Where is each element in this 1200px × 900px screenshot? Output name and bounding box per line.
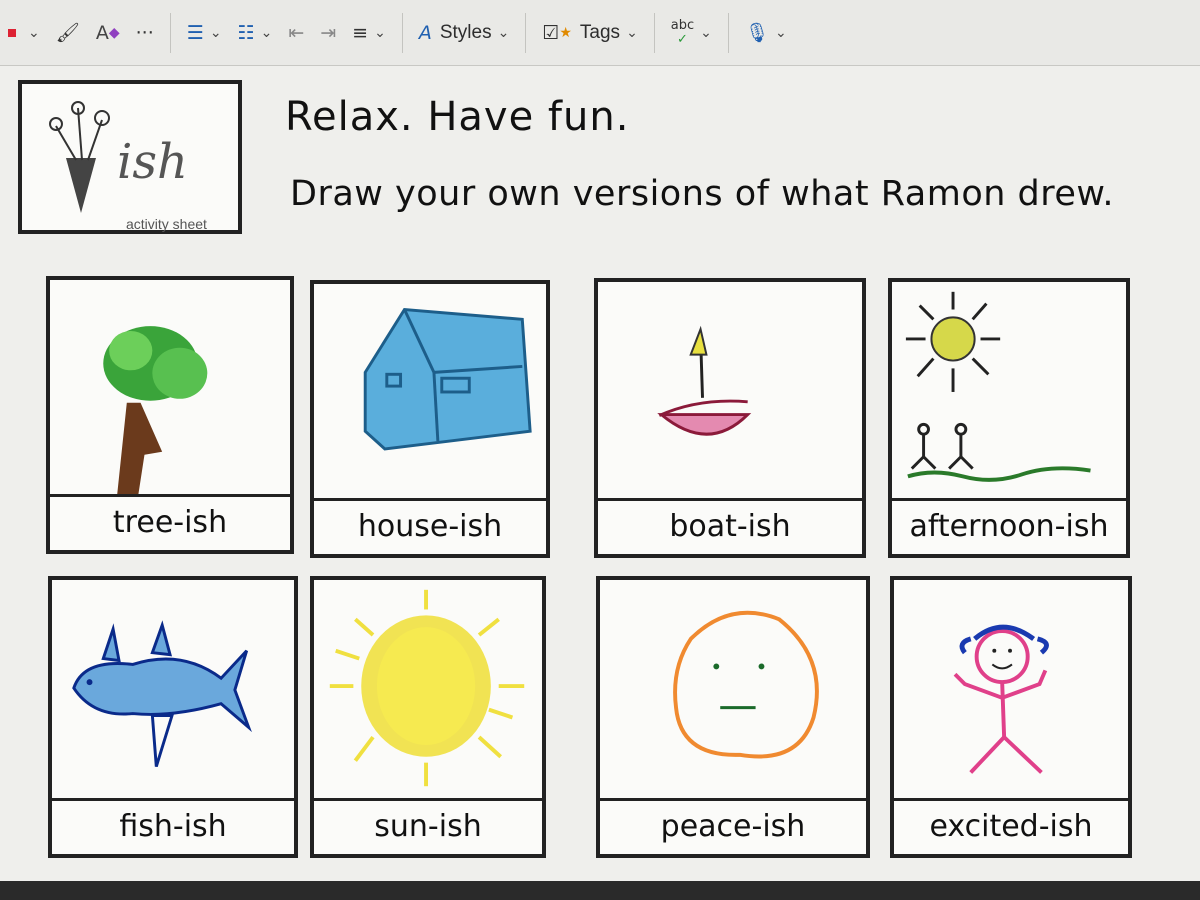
format-painter-button[interactable]: 🖌 — [48, 13, 88, 53]
label-strip: afternoon-ish — [892, 498, 1126, 554]
label-strip: peace-ish — [600, 798, 866, 854]
styles-button[interactable]: A Styles ⌄ — [411, 13, 517, 53]
increase-indent-icon: ⇥ — [320, 21, 337, 44]
increase-indent-button[interactable]: ⇥ — [312, 13, 344, 53]
label-strip: tree-ish — [50, 494, 290, 550]
peace-drawing — [600, 580, 866, 798]
card-label: fish-ish — [119, 809, 227, 844]
logo-word: ish — [117, 134, 188, 190]
toolbar-divider — [169, 12, 171, 53]
toolbar-divider — [525, 12, 527, 53]
card-peace: peace-ish — [596, 576, 870, 858]
card-label: boat-ish — [669, 509, 791, 544]
card-afternoon: afternoon-ish — [888, 278, 1130, 558]
styles-icon: A — [418, 21, 432, 44]
card-fish: fish-ish — [48, 576, 298, 858]
card-label: sun-ish — [374, 809, 482, 844]
card-boat: boat-ish — [594, 278, 866, 558]
alignment-button[interactable]: ≡ ⌄ — [344, 13, 394, 53]
brush-icon: 🖌 — [55, 22, 80, 44]
chevron-down-icon: ⌄ — [260, 24, 273, 41]
notebook-page: ish activity sheet Relax. Have fun. Draw… — [0, 66, 1200, 881]
font-color-button[interactable]: ⌄ — [0, 13, 48, 53]
eraser-icon: ◆ — [108, 24, 120, 41]
taskbar — [0, 881, 1200, 900]
tags-button[interactable]: ☑ ★ Tags ⌄ — [534, 13, 645, 53]
card-label: afternoon-ish — [909, 509, 1109, 544]
spellcheck-icon: abc ✓ — [670, 17, 695, 47]
logo-caption: activity sheet — [126, 216, 207, 232]
bulleted-list-icon: ☰ — [186, 21, 204, 44]
decrease-indent-icon: ⇤ — [288, 21, 305, 44]
tags-label: Tags — [579, 21, 621, 43]
instructions: Draw your own versions of what Ramon dre… — [290, 174, 1114, 214]
dictate-button[interactable]: 🎙 ⌄ — [737, 13, 795, 53]
sun-drawing — [314, 580, 542, 798]
tree-drawing — [50, 280, 290, 494]
flowers-vase-icon — [49, 101, 110, 213]
chevron-down-icon: ⌄ — [209, 24, 222, 41]
card-excited: excited-ish — [890, 576, 1132, 858]
styles-label: Styles — [439, 21, 492, 43]
card-house: house-ish — [310, 280, 550, 558]
label-strip: excited-ish — [894, 798, 1128, 854]
star-icon: ★ — [559, 24, 572, 41]
chevron-down-icon: ⌄ — [700, 24, 712, 41]
label-strip: boat-ish — [598, 498, 862, 554]
clear-formatting-button[interactable]: A ◆ — [88, 13, 128, 53]
excited-drawing — [894, 580, 1128, 798]
spelling-label: abc — [670, 17, 695, 33]
card-label: peace-ish — [660, 809, 806, 844]
numbering-button[interactable]: ☷ ⌄ — [230, 13, 281, 53]
ribbon-toolbar: ⌄ 🖌 A ◆ ··· ☰ ⌄ ☷ ⌄ ⇤ ⇥ ≡ ⌄ A Styles ⌄ ☑ ★ Ta… — [0, 0, 1200, 66]
ish-logo: ish activity sheet — [18, 80, 242, 234]
spelling-button[interactable]: abc ✓ ⌄ — [663, 13, 720, 53]
boat-drawing — [598, 282, 862, 498]
card-label: excited-ish — [929, 809, 1093, 844]
font-color-swatch — [8, 28, 16, 37]
card-label: tree-ish — [112, 505, 228, 540]
fish-drawing — [52, 580, 294, 798]
card-label: house-ish — [357, 509, 503, 544]
card-tree: tree-ish — [46, 276, 294, 554]
card-sun: sun-ish — [310, 576, 546, 858]
house-drawing — [314, 284, 546, 498]
toolbar-divider — [653, 12, 655, 53]
clear-format-icon: A — [95, 21, 109, 44]
more-options-button[interactable]: ··· — [128, 13, 162, 53]
headline: Relax. Have fun. — [285, 94, 630, 140]
bullets-button[interactable]: ☰ ⌄ — [179, 13, 230, 53]
chevron-down-icon: ⌄ — [626, 24, 638, 41]
microphone-icon: 🎙 — [744, 22, 770, 44]
label-strip: sun-ish — [314, 798, 542, 854]
numbered-list-icon: ☷ — [237, 21, 255, 44]
toolbar-divider — [401, 12, 403, 53]
label-strip: house-ish — [314, 498, 546, 554]
toolbar-divider — [727, 12, 729, 53]
label-strip: fish-ish — [52, 798, 294, 854]
chevron-down-icon: ⌄ — [775, 24, 787, 41]
decrease-indent-button[interactable]: ⇤ — [280, 13, 312, 53]
chevron-down-icon[interactable]: ⌄ — [28, 25, 40, 41]
chevron-down-icon: ⌄ — [497, 24, 510, 41]
tag-icon: ☑ — [542, 21, 560, 44]
more-label: ··· — [135, 21, 154, 44]
align-left-icon: ≡ — [352, 21, 369, 44]
chevron-down-icon: ⌄ — [374, 24, 386, 41]
afternoon-drawing — [892, 282, 1126, 498]
